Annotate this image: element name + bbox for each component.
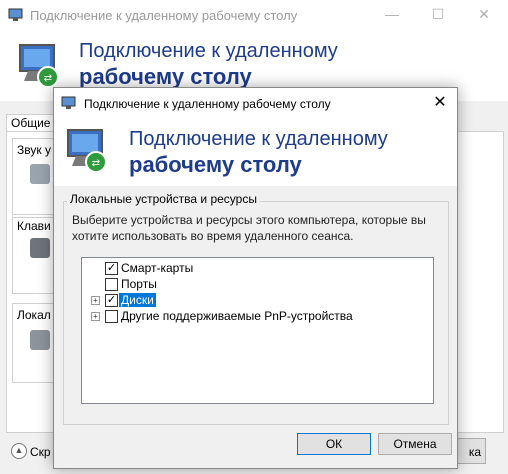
tree-item-smart-cards[interactable]: ✓ Смарт-карты — [82, 261, 422, 277]
devices-tree[interactable]: ✓ Смарт-карты Порты + ✓ Диски + Другие п… — [81, 257, 434, 404]
tree-label-smart-cards: Смарт-карты — [121, 261, 194, 275]
keyboard-icon — [30, 238, 50, 258]
remote-desktop-icon — [8, 8, 23, 21]
dialog-titlebar: Подключение к удаленному рабочему столу … — [54, 88, 457, 118]
minimize-button[interactable]: — — [378, 6, 406, 24]
checkbox-pnp-devices[interactable] — [105, 310, 118, 323]
svg-text:⇄: ⇄ — [92, 158, 100, 169]
background-header-line1: Подключение к удаленному — [79, 40, 338, 62]
remote-desktop-logo-icon: ⇄ — [67, 129, 107, 173]
background-window-title: Подключение к удаленному рабочему столу — [30, 8, 298, 23]
remote-desktop-logo-icon: ⇄ — [19, 44, 59, 88]
dialog-header-line1: Подключение к удаленному — [129, 128, 388, 150]
groupbox-label: Локальные устройства и ресурсы — [67, 192, 260, 206]
speaker-icon — [30, 164, 50, 184]
local-devices-dialog: Подключение к удаленному рабочему столу … — [53, 87, 458, 469]
dialog-title: Подключение к удаленному рабочему столу — [84, 97, 331, 111]
dialog-header-line2: рабочему столу — [129, 152, 302, 177]
dialog-close-button[interactable]: ✕ — [428, 92, 452, 114]
remote-desktop-icon — [61, 96, 76, 109]
tab-general[interactable]: Общие — [6, 114, 58, 132]
background-titlebar: Подключение к удаленному рабочему столу … — [0, 0, 508, 31]
expand-pnp-icon[interactable]: + — [91, 312, 100, 321]
tree-label-ports: Порты — [121, 277, 157, 291]
printer-icon — [30, 330, 50, 350]
maximize-button[interactable]: ☐ — [424, 6, 452, 24]
close-button[interactable]: ✕ — [470, 6, 498, 24]
checkbox-ports[interactable] — [105, 278, 118, 291]
collapse-options-icon[interactable]: ▲ — [11, 443, 27, 459]
cancel-button[interactable]: Отмена — [378, 433, 452, 455]
expand-drives-icon[interactable]: + — [91, 296, 100, 305]
tree-label-drives: Диски — [119, 293, 156, 307]
svg-text:⇄: ⇄ — [44, 73, 52, 84]
ok-button[interactable]: ОК — [297, 433, 371, 455]
hide-options-label[interactable]: Скр — [30, 445, 52, 459]
tree-item-drives[interactable]: + ✓ Диски — [82, 293, 422, 309]
checkbox-drives[interactable]: ✓ — [105, 294, 118, 307]
description-text: Выберите устройства и ресурсы этого комп… — [72, 213, 426, 243]
tree-item-ports[interactable]: Порты — [82, 277, 422, 293]
tree-item-pnp-devices[interactable]: + Другие поддерживаемые PnP-устройства — [82, 309, 422, 325]
checkbox-smart-cards[interactable]: ✓ — [105, 262, 118, 275]
tree-label-pnp-devices: Другие поддерживаемые PnP-устройства — [121, 309, 353, 323]
